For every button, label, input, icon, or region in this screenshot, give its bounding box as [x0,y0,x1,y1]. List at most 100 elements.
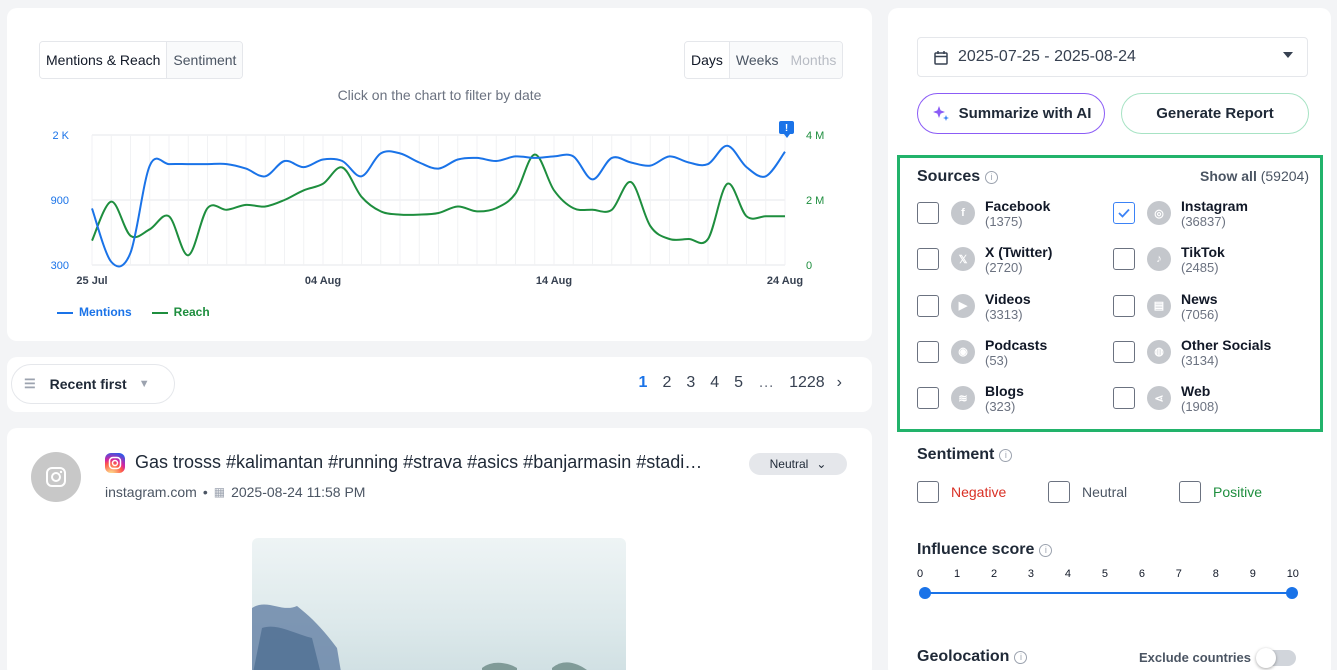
calendar-icon: ▦ [213,485,226,499]
scale-label: 2 [990,568,998,580]
x-tick-label: 04 Aug [305,275,341,287]
legend-mentions[interactable]: Mentions [57,305,132,319]
share-icon: ⋖ [1147,386,1171,411]
generate-report-button[interactable]: Generate Report [1121,93,1309,134]
rss-icon: ≋ [951,386,975,411]
sentiment-negative-option[interactable]: Negative [917,481,1048,503]
tiktok-icon: ♪ [1147,247,1171,272]
scale-label: 1 [953,568,961,580]
x-tick-label: 25 Jul [76,275,107,287]
avatar[interactable] [31,452,81,502]
sentiment-dropdown[interactable]: Neutral ⌄ [749,453,847,475]
mentions-reach-chart[interactable]: 2 K 900 300 4 M 2 M 0 25 Jul 04 Aug 14 Aug 24 Aug… [7,8,872,308]
checkbox[interactable] [1113,294,1135,317]
scale-label: 10 [1286,568,1299,580]
source-option-web[interactable]: ⋖ Web (1908) [1113,383,1219,415]
sources-title: Sources i [917,168,999,186]
caret-down-icon [1283,52,1293,58]
slider-min-handle[interactable] [919,587,931,599]
checkbox[interactable] [917,248,939,271]
source-option-other-socials[interactable]: ◍ Other Socials (3134) [1113,337,1271,369]
source-count: (36837) [1181,214,1226,229]
page-link[interactable]: 3 [686,374,695,392]
sort-list-icon: ☰ [24,376,36,391]
checkbox[interactable] [1048,481,1070,503]
source-count: (3134) [1181,352,1219,368]
y-right-tick-label: 2 M [806,195,824,207]
exclude-countries-toggle[interactable] [1256,648,1296,668]
page-link[interactable]: 5 [734,374,743,392]
mention-source[interactable]: instagram.com [105,484,197,500]
checkbox[interactable] [1113,202,1135,224]
source-name: Web [1181,383,1211,400]
checkbox[interactable] [1179,481,1201,503]
source-name: Other Socials [1181,336,1272,353]
slider-max-handle[interactable] [1286,587,1298,599]
source-name: Videos [985,290,1031,307]
source-option-videos[interactable]: ▶ Videos (3313) [917,291,1031,323]
checkbox[interactable] [1113,248,1135,271]
checkbox[interactable] [917,481,939,503]
info-icon[interactable]: i [1039,543,1053,557]
next-page-icon[interactable]: › [837,374,842,392]
mention-card: Gas trosss #kalimantan #running #strava … [7,428,872,670]
source-name: Instagram [1181,198,1248,214]
date-range-picker[interactable]: 2025-07-25 - 2025-08-24 [917,37,1308,77]
y-left-tick-label: 900 [51,195,69,207]
source-option-instagram[interactable]: ◎ Instagram (36837) [1113,198,1248,230]
legend-reach[interactable]: Reach [151,305,210,319]
mention-title[interactable]: Gas trosss #kalimantan #running #strava … [105,452,702,473]
source-count: (2485) [1181,260,1219,276]
scale-label: 3 [1027,568,1035,580]
scale-label: 8 [1212,568,1219,580]
instagram-icon [46,467,66,487]
checkbox[interactable] [1113,340,1135,363]
summarize-ai-button[interactable]: Summarize with AI [917,93,1105,134]
source-name: Blogs [985,383,1024,400]
checkbox[interactable] [917,202,939,224]
info-icon[interactable]: i [1014,650,1028,664]
page-link[interactable]: 2 [662,374,671,392]
sentiment-filter: Negative Neutral Positive [917,481,1262,503]
source-option-podcasts[interactable]: ◉ Podcasts (53) [917,337,1047,369]
play-icon: ▶ [951,293,975,318]
source-option-facebook[interactable]: f Facebook (1375) [917,198,1050,230]
y-left-tick-label: 300 [51,260,69,272]
influence-score-title: Influence score i [917,541,1053,559]
instagram-logo-icon [105,452,125,473]
show-all-link[interactable]: Show all (59204) [1200,168,1309,184]
source-option-blogs[interactable]: ≋ Blogs (323) [917,383,1024,415]
svg-text:!: ! [785,123,788,134]
y-left-tick-label: 2 K [52,130,69,142]
source-option-tiktok[interactable]: ♪ TikTok (2485) [1113,244,1225,276]
sentiment-positive-option[interactable]: Positive [1179,481,1262,503]
filters-panel: 2025-07-25 - 2025-08-24 Summarize with A… [888,8,1331,670]
page-link[interactable]: 4 [710,374,719,392]
info-icon[interactable]: i [999,448,1013,462]
sort-label: Recent first [49,376,127,392]
podcast-icon: ◉ [951,339,975,364]
page-link[interactable]: 1 [639,374,648,392]
page-link[interactable]: 1228 [789,374,825,392]
source-option-news[interactable]: ▤ News (7056) [1113,291,1219,323]
x-icon: 𝕏 [951,247,975,272]
checkbox[interactable] [917,294,939,317]
source-count: (323) [985,399,1016,415]
source-count: (2720) [985,260,1023,276]
scale-label: 7 [1175,568,1182,580]
scale-label: 9 [1249,568,1256,580]
checkbox[interactable] [1113,387,1135,410]
slider-track[interactable] [925,592,1292,594]
sentiment-neutral-option[interactable]: Neutral [1048,481,1179,503]
info-icon[interactable]: i [985,170,999,184]
mention-image[interactable] [252,538,626,670]
checkbox[interactable] [917,387,939,410]
post-photo [252,604,587,670]
influence-score-slider[interactable]: 0 1 2 3 4 5 6 7 8 9 10 [917,568,1299,599]
scale-label: 4 [1064,568,1071,580]
y-right-tick-label: 4 M [806,130,824,142]
scale-label: 5 [1101,568,1108,580]
sort-dropdown[interactable]: ☰ Recent first ▼ [11,364,175,404]
checkbox[interactable] [917,340,939,363]
source-option-x-twitter[interactable]: 𝕏 X (Twitter) (2720) [917,244,1052,276]
